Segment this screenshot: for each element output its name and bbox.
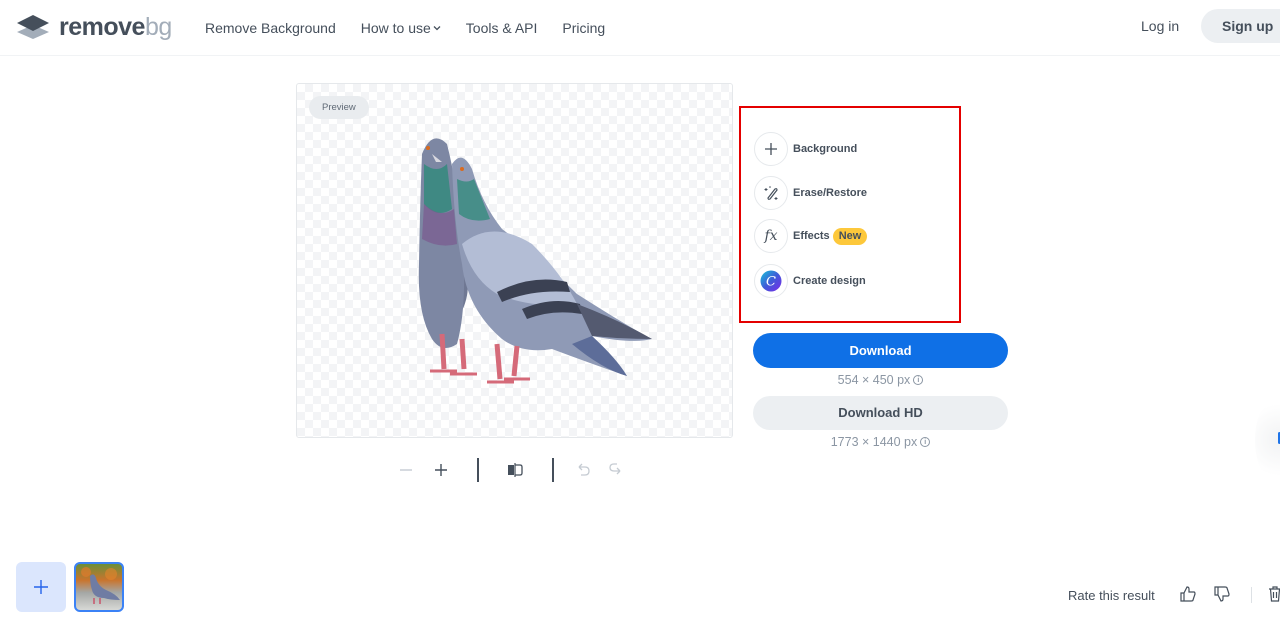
trash-icon — [1269, 586, 1280, 602]
login-link[interactable]: Log in — [1141, 18, 1179, 34]
nav-tools-api[interactable]: Tools & API — [466, 20, 538, 36]
info-icon[interactable]: i — [920, 437, 931, 447]
undo-button[interactable] — [568, 455, 598, 485]
nav-how-to-use[interactable]: How to use — [361, 20, 441, 36]
tool-background[interactable]: Background — [754, 132, 857, 166]
canva-icon: C — [754, 264, 788, 298]
undo-icon — [578, 463, 590, 476]
download-size: 554 × 450 px i — [753, 373, 1008, 387]
nav-remove-background[interactable]: Remove Background — [205, 20, 336, 36]
tool-label: Effects — [793, 230, 830, 242]
edit-tools-panel: Background Erase/Restore fx Effects New … — [739, 106, 961, 323]
zoom-out-button[interactable] — [391, 455, 421, 485]
logo-text: removebg — [59, 12, 172, 41]
compare-icon — [508, 463, 523, 477]
download-button[interactable]: Download — [753, 333, 1008, 368]
tool-label: Erase/Restore — [793, 187, 867, 199]
preview-badge: Preview — [309, 96, 369, 119]
fx-icon: fx — [754, 219, 788, 253]
zoom-in-button[interactable] — [426, 455, 456, 485]
viewer-toolbar — [390, 455, 630, 485]
tool-effects[interactable]: fx Effects New — [754, 219, 868, 253]
plus-icon — [435, 464, 447, 476]
pigeons-image — [418, 138, 652, 384]
thumbs-down-button[interactable] — [1214, 586, 1230, 607]
side-widget-glow — [1255, 395, 1280, 485]
download-hd-button[interactable]: Download HD — [753, 396, 1008, 430]
download-hd-size-text: 1773 × 1440 px — [830, 435, 918, 449]
thumbs-up-icon — [1180, 586, 1196, 602]
delete-button[interactable] — [1268, 586, 1280, 607]
tool-erase-restore[interactable]: Erase/Restore — [754, 176, 867, 210]
image-thumbnail[interactable] — [74, 562, 124, 612]
signup-button[interactable]: Sign up — [1201, 9, 1280, 43]
download-hd-size: 1773 × 1440 px i — [753, 435, 1008, 449]
image-preview[interactable]: Preview — [296, 83, 733, 438]
tool-label: Background — [793, 143, 858, 155]
compare-button[interactable] — [500, 455, 530, 485]
plus-icon — [754, 132, 788, 166]
toolbar-divider — [552, 458, 554, 482]
removebg-logo[interactable]: removebg — [16, 14, 172, 40]
main-nav: Remove Background How to use Tools & API… — [205, 0, 630, 56]
redo-icon — [609, 463, 621, 475]
svg-text:C: C — [766, 275, 776, 290]
thumbs-up-button[interactable] — [1180, 586, 1196, 607]
tool-label: Create design — [793, 275, 866, 287]
chevron-down-icon — [433, 23, 441, 33]
layers-logo-icon — [17, 15, 49, 39]
top-nav-bar: removebg Remove Background How to use To… — [0, 0, 1280, 56]
nav-pricing[interactable]: Pricing — [562, 20, 605, 36]
toolbar-divider — [477, 458, 479, 482]
footer-divider — [1251, 587, 1252, 603]
plus-icon — [34, 580, 48, 594]
thumbs-down-icon — [1214, 586, 1230, 602]
redo-button[interactable] — [601, 455, 631, 485]
add-image-button[interactable] — [16, 562, 66, 612]
minus-icon — [400, 469, 412, 471]
info-icon[interactable]: i — [913, 375, 924, 385]
rate-label: Rate this result — [1068, 588, 1155, 603]
pigeon-thumbnail-image — [81, 567, 120, 604]
tool-create-design[interactable]: C Create design — [754, 264, 866, 298]
new-badge: New — [832, 227, 868, 245]
download-size-text: 554 × 450 px — [837, 373, 911, 387]
magic-brush-icon — [754, 176, 788, 210]
